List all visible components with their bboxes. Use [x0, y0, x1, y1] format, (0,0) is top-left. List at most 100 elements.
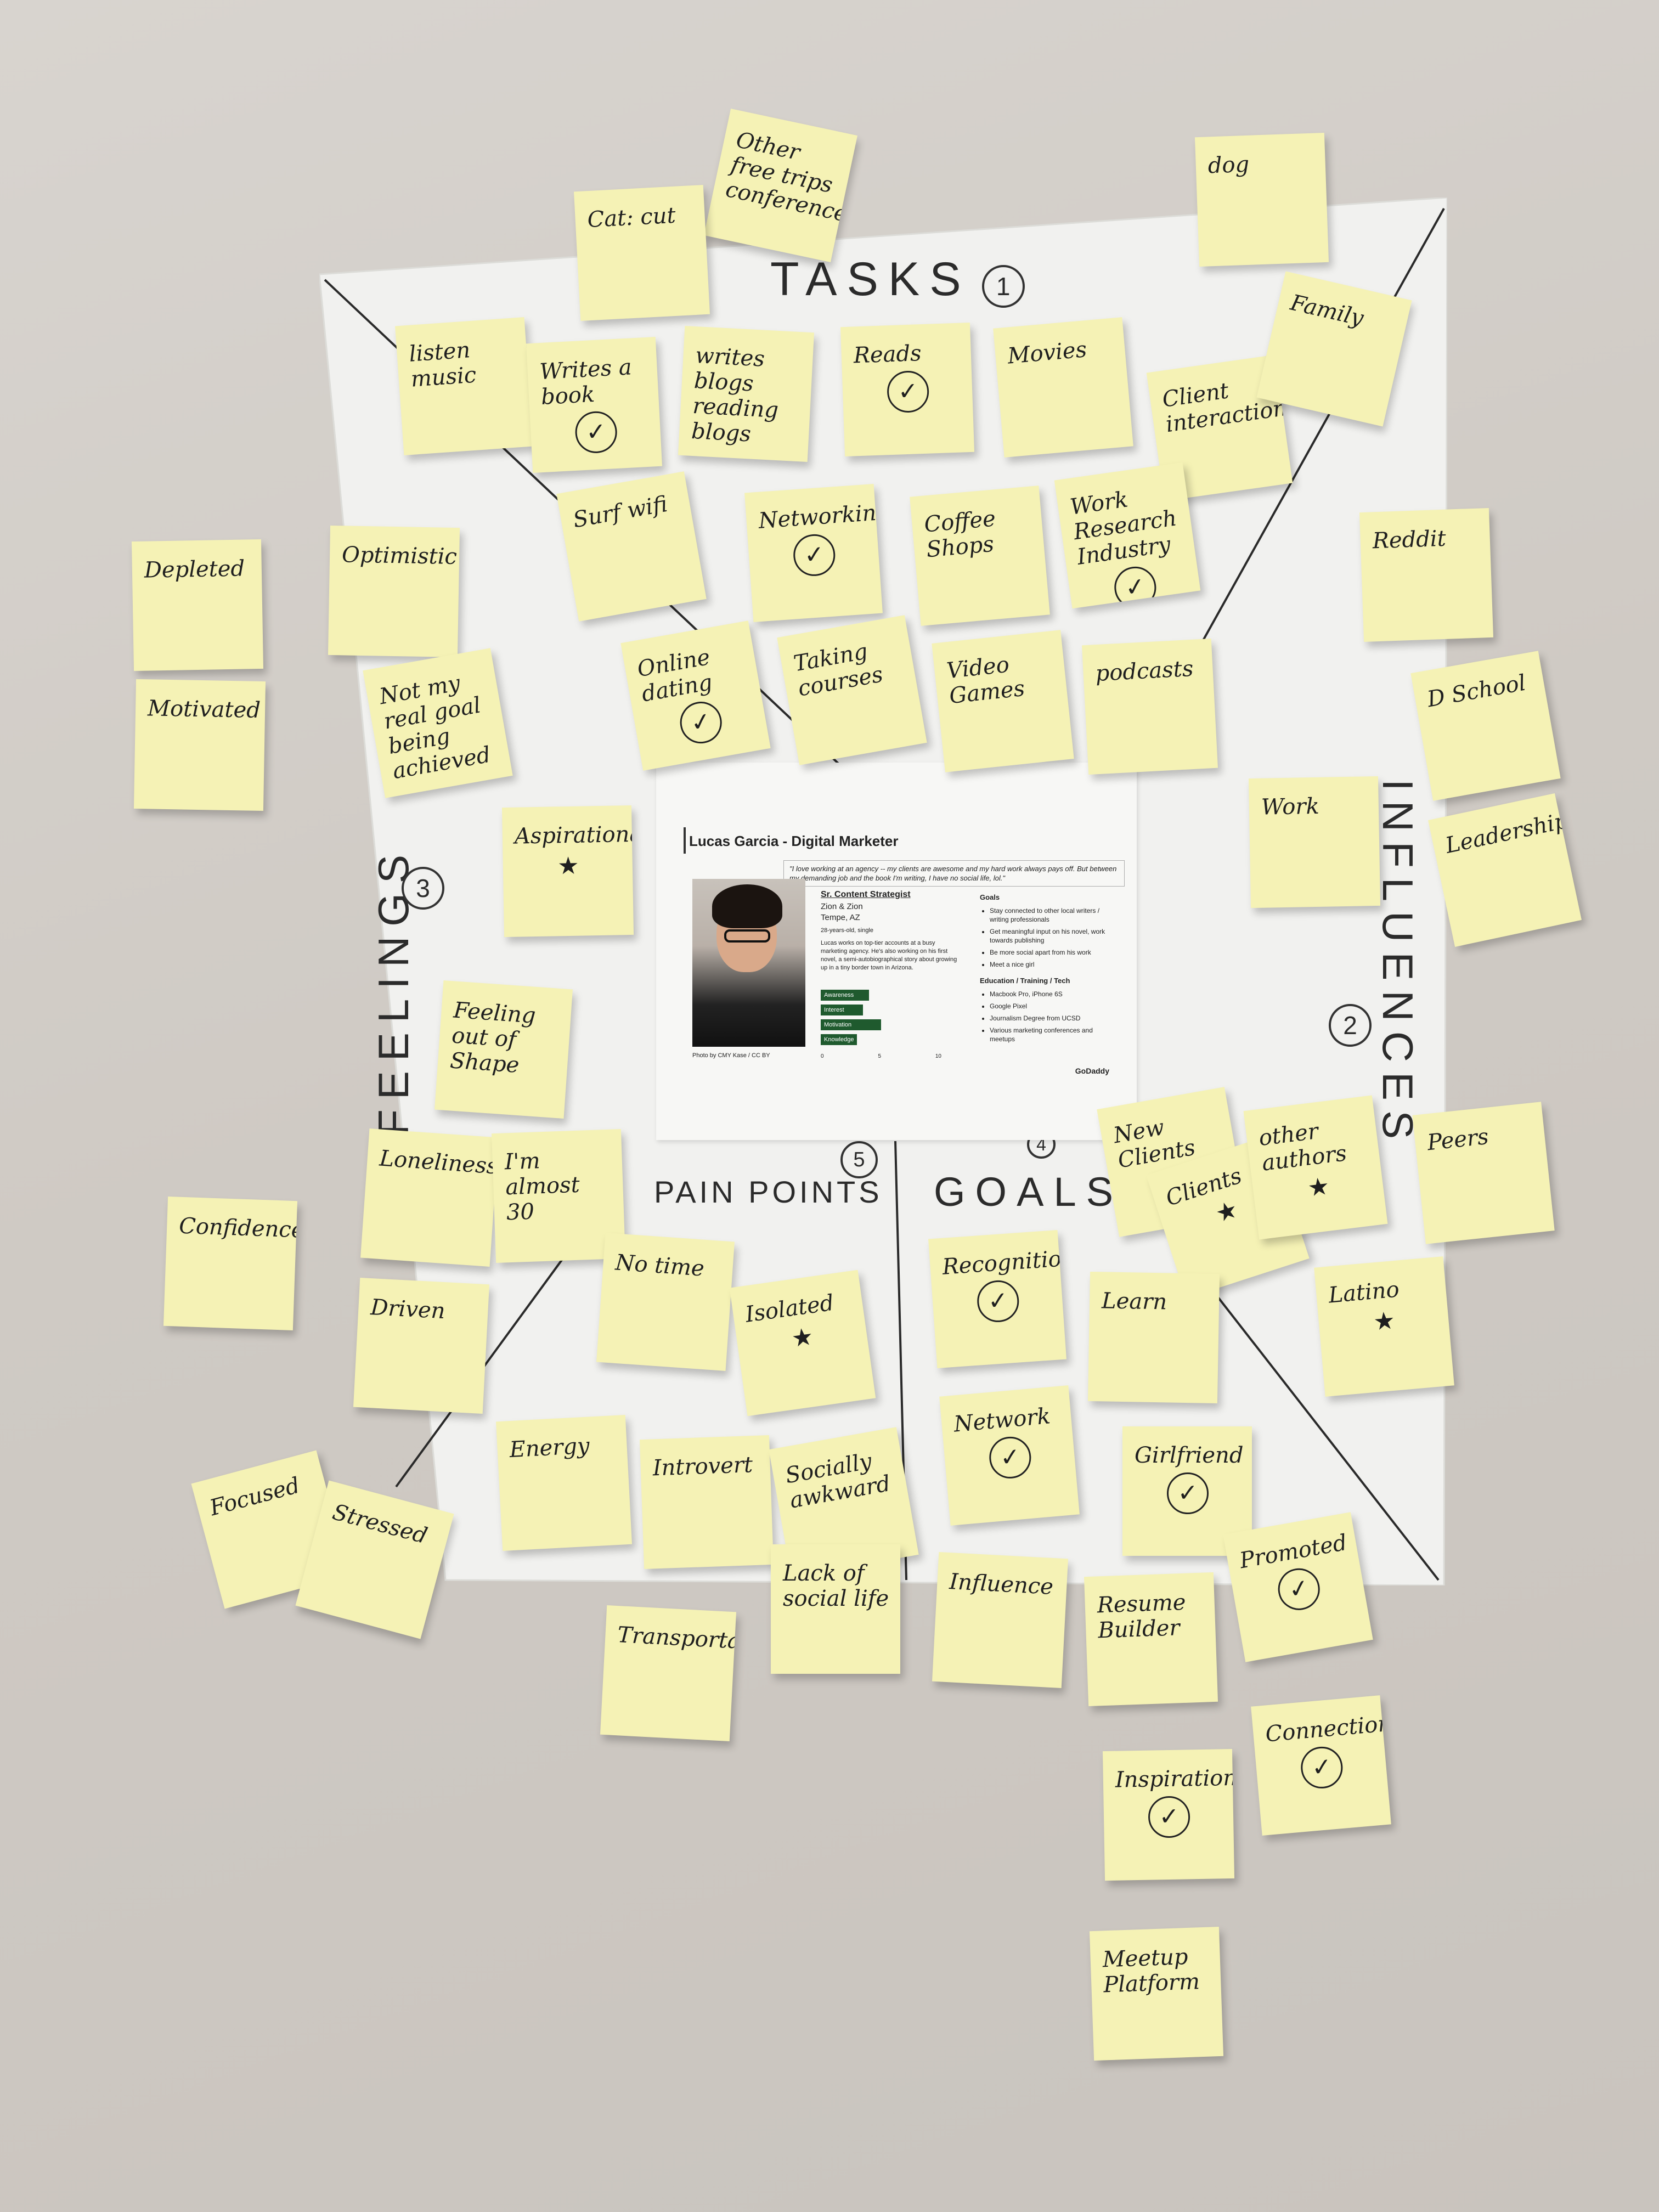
- note-text: D School: [1425, 670, 1528, 713]
- sticky-note: Peers: [1412, 1102, 1555, 1244]
- check-icon: ✓: [1148, 1796, 1190, 1838]
- tasks-label: TASKS 1: [770, 252, 1025, 308]
- check-icon: ✓: [886, 370, 930, 414]
- pain-points-label: PAIN POINTS: [654, 1175, 883, 1209]
- sticky-note: Confidence: [163, 1196, 298, 1331]
- star-icon: ★: [557, 851, 579, 881]
- persona-role: Sr. Content Strategist: [821, 890, 911, 899]
- note-text: Learn: [1101, 1288, 1167, 1315]
- goal-item: Stay connected to other local writers / …: [990, 906, 1117, 924]
- note-text: Video Games: [945, 652, 1026, 709]
- note-text: dog: [1207, 151, 1250, 179]
- axis-tick: 5: [878, 1053, 881, 1059]
- note-text: Family: [1288, 290, 1366, 331]
- note-text: Recognition: [941, 1245, 1066, 1280]
- persona-company: Zion & Zion: [821, 902, 863, 911]
- note-text: Transportation: [617, 1622, 737, 1656]
- sticky-note: Introvert: [639, 1435, 774, 1570]
- note-text: Introvert: [652, 1452, 753, 1481]
- sticky-note: Isolated ★: [729, 1269, 876, 1417]
- sticky-note: Feeling out of Shape: [435, 980, 573, 1119]
- edu-item: Google Pixel: [990, 1002, 1117, 1011]
- sticky-note: Other free trips conferences: [704, 109, 857, 262]
- star-icon: ★: [1372, 1306, 1397, 1336]
- star-icon: ★: [1306, 1172, 1331, 1203]
- note-text: Socially awkward: [783, 1448, 893, 1514]
- note-text: Feeling out of Shape: [449, 997, 537, 1078]
- sticky-note: Network ✓: [939, 1385, 1080, 1526]
- note-text: Other free trips conferences: [723, 127, 857, 230]
- note-text: Depleted: [144, 556, 245, 583]
- check-icon: ✓: [988, 1435, 1033, 1481]
- note-text: Reads: [853, 341, 922, 369]
- sticky-note: Transportation: [600, 1605, 737, 1742]
- sticky-note: Learn: [1087, 1271, 1220, 1404]
- sticky-note: Loneliness: [360, 1128, 499, 1267]
- note-text: writes blogs reading blogs: [691, 343, 780, 447]
- sticky-note: Meetup Platform: [1089, 1926, 1224, 2061]
- note-text: Resume Builder: [1096, 1589, 1187, 1644]
- sticky-note: Connection ✓: [1251, 1695, 1391, 1836]
- sticky-note: Resume Builder: [1084, 1572, 1218, 1707]
- note-text: Optimistic: [341, 542, 458, 569]
- edu-item: Various marketing conferences and meetup…: [990, 1026, 1117, 1043]
- edu-item: Journalism Degree from UCSD: [990, 1014, 1117, 1023]
- photo-credit: Photo by CMY Kase / CC BY: [692, 1052, 770, 1059]
- persona-age: 28-years-old, single: [821, 927, 873, 934]
- sticky-note: Energy: [495, 1414, 633, 1551]
- sticky-note: Work Research Industry ✓: [1054, 462, 1201, 609]
- edu-heading: Education / Training / Tech: [980, 977, 1070, 985]
- trait-bar: Interest: [821, 1005, 863, 1015]
- note-text: Energy: [509, 1433, 590, 1463]
- sticky-note: Taking courses: [777, 615, 927, 765]
- sticky-note: Coffee Shops: [910, 486, 1050, 626]
- title-rule: [684, 827, 686, 854]
- sticky-note: Inspiration ✓: [1102, 1748, 1235, 1881]
- sticky-note: Video Games: [932, 630, 1074, 772]
- axis-tick: 0: [821, 1053, 824, 1059]
- goal-item: Get meaningful input on his novel, work …: [990, 927, 1117, 945]
- sticky-note: Aspirational ★: [501, 805, 634, 938]
- note-text: Peers: [1426, 1124, 1490, 1156]
- goal-item: Be more social apart from his work: [990, 948, 1117, 957]
- check-icon: ✓: [1274, 1565, 1323, 1613]
- note-text: Work Research Industry: [1068, 487, 1178, 570]
- check-icon: ✓: [1167, 1472, 1209, 1514]
- note-text: Writes a book: [539, 354, 633, 410]
- sticky-note: Influence: [932, 1551, 1069, 1689]
- check-icon: ✓: [676, 698, 725, 747]
- goals-heading: Goals: [980, 893, 1000, 901]
- hair: [712, 884, 782, 928]
- trait-bar: Motivation: [821, 1019, 881, 1030]
- sticky-note: Reddit: [1359, 507, 1494, 642]
- note-text: Confidence: [178, 1213, 298, 1243]
- note-text: Meetup Platform: [1102, 1944, 1200, 1998]
- trait-bar: Knowledge: [821, 1034, 857, 1045]
- trait-bar: Awareness: [821, 990, 869, 1001]
- brand-logo: GoDaddy: [1075, 1066, 1109, 1075]
- note-text: Driven: [370, 1295, 446, 1324]
- sticky-note: Cat: cut: [573, 184, 710, 321]
- goal-item: Meet a nice girl: [990, 960, 1117, 969]
- persona-title: Lucas Garcia - Digital Marketer: [689, 833, 899, 849]
- sticky-note: Movies: [993, 317, 1133, 458]
- influences-number: 2: [1318, 1004, 1372, 1047]
- persona-sheet: Lucas Garcia - Digital Marketer "I love …: [656, 763, 1137, 1140]
- note-text: I'm almost 30: [504, 1148, 580, 1226]
- note-text: Isolated: [743, 1290, 836, 1328]
- influences-label: INFLUENCES: [1374, 779, 1422, 1149]
- note-text: Leadership: [1443, 808, 1571, 859]
- sticky-note: D School: [1410, 651, 1561, 801]
- note-text: Movies: [1006, 337, 1088, 369]
- trait-axis: 0 5 10: [821, 1053, 941, 1059]
- check-icon: ✓: [1299, 1745, 1345, 1791]
- check-icon: ✓: [792, 533, 837, 578]
- check-icon: ✓: [574, 410, 618, 454]
- trait-bars: Awareness Interest Motivation Knowledge: [821, 990, 958, 1049]
- sticky-note: Reads ✓: [840, 322, 975, 457]
- feelings-number: 3: [391, 867, 444, 910]
- sticky-note: writes blogs reading blogs: [678, 325, 815, 462]
- note-text: Loneliness: [379, 1146, 499, 1180]
- sticky-note: Networking ✓: [744, 484, 883, 622]
- note-text: Inspiration: [1115, 1765, 1235, 1793]
